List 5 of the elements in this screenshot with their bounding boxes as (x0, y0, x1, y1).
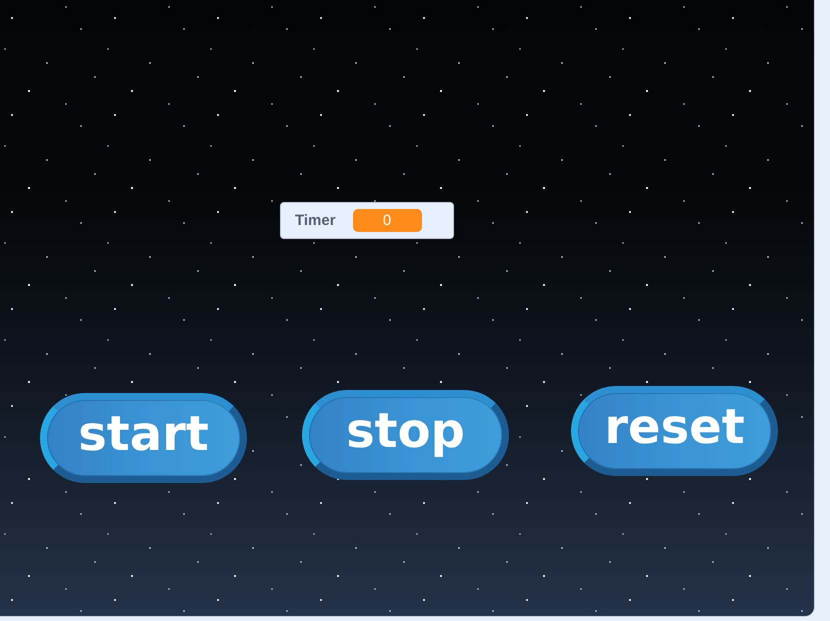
monitor-label: Timer (295, 212, 336, 229)
monitor-value: 0 (352, 209, 422, 232)
sprite-button[interactable]: stop (302, 390, 509, 480)
sprite-button[interactable]: reset (571, 386, 778, 476)
sprite-button[interactable]: start (40, 393, 247, 483)
